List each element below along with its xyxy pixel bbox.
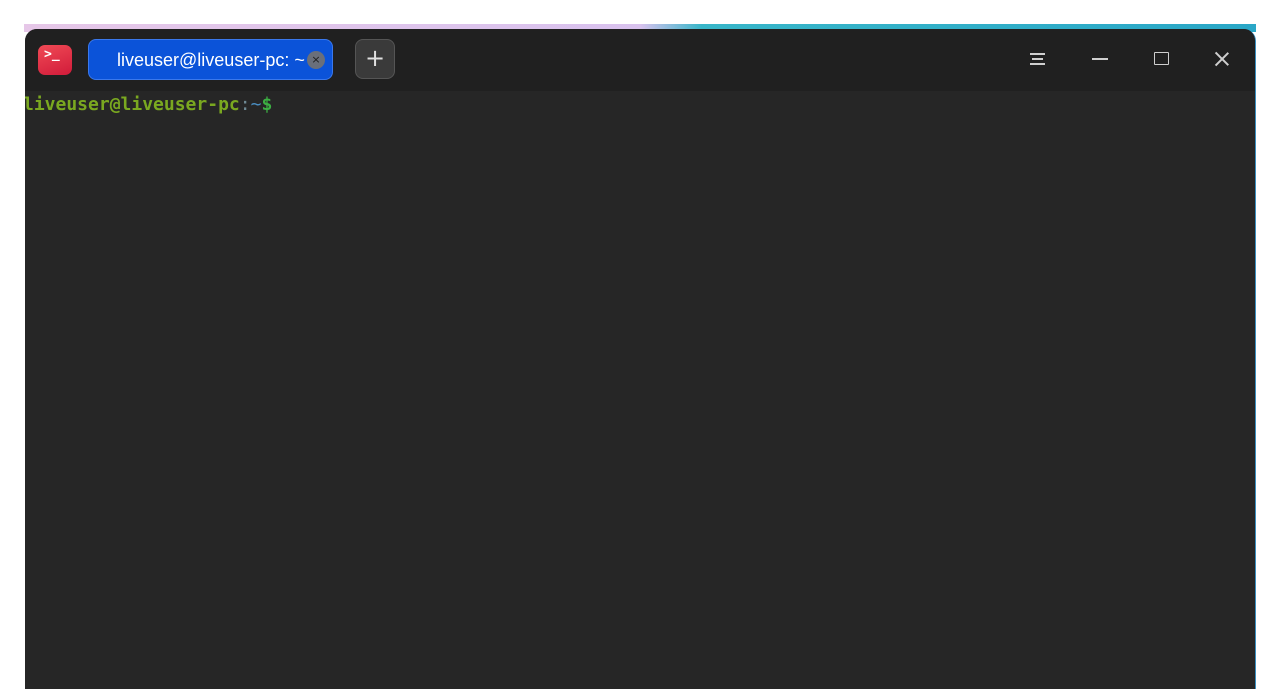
- prompt-user-host: liveuser@liveuser-pc: [25, 94, 240, 115]
- maximize-button[interactable]: [1144, 44, 1178, 74]
- title-bar[interactable]: >_ liveuser@liveuser-pc: ~ × +: [25, 29, 1255, 91]
- prompt-separator: :: [239, 94, 251, 115]
- close-button[interactable]: [1205, 44, 1239, 74]
- menu-icon: [1030, 52, 1045, 66]
- prompt-symbol: $: [261, 94, 273, 115]
- terminal-window: >_ liveuser@liveuser-pc: ~ × + liveuser@…: [25, 29, 1256, 689]
- minimize-button[interactable]: [1083, 44, 1117, 74]
- terminal-icon: >_: [38, 45, 72, 75]
- minimize-icon: [1092, 58, 1108, 60]
- maximize-icon: [1154, 52, 1169, 65]
- close-icon: [1214, 51, 1230, 67]
- prompt-line: liveuser@liveuser-pc:~$: [25, 94, 272, 115]
- tab-close-icon[interactable]: ×: [307, 51, 325, 69]
- terminal-area[interactable]: liveuser@liveuser-pc:~$: [25, 91, 1255, 689]
- menu-button[interactable]: [1021, 44, 1055, 74]
- new-tab-button[interactable]: +: [355, 39, 395, 79]
- prompt-path: ~: [250, 94, 262, 115]
- tab-label: liveuser@liveuser-pc: ~: [117, 50, 305, 70]
- tab-terminal[interactable]: liveuser@liveuser-pc: ~ ×: [88, 39, 333, 80]
- desktop: >_ liveuser@liveuser-pc: ~ × + liveuser@…: [0, 0, 1280, 689]
